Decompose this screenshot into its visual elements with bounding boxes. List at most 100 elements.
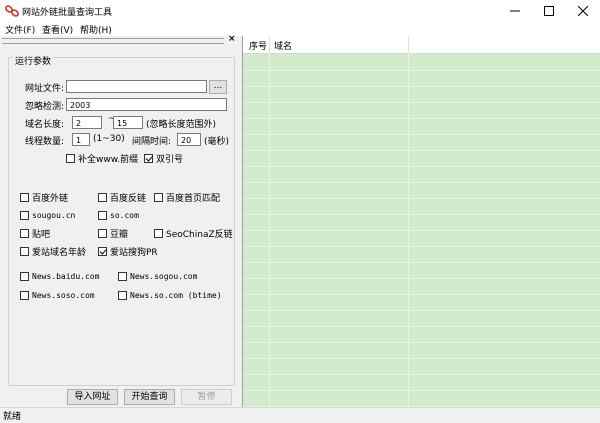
grid-row-line [243,70,600,71]
threads-input[interactable]: 1 [72,133,90,146]
checkbox-label: 爱站搜狗PR [110,247,158,258]
grid-row-line [243,198,600,199]
menu-help[interactable]: 帮助(H) [80,23,112,36]
grid-row-line [243,390,600,391]
check-news-sogou[interactable]: News.sogou.com [118,270,197,282]
grid-row-line [243,294,600,295]
checkbox-box [98,192,107,202]
grid-row-line [243,166,600,167]
grid-row-line [243,214,600,215]
maximize-icon [544,6,554,16]
grid-row-line [243,278,600,279]
interval-input[interactable]: 20 [177,133,201,146]
panel-grip[interactable] [2,38,224,44]
import-urls-button[interactable]: 导入网址 [67,389,118,405]
check-douban[interactable]: 豆瓣 [98,227,129,240]
results-grid[interactable]: 序号 域名 [242,36,600,407]
check-baidu-external[interactable]: 百度外链 [20,191,69,204]
checkbox-label: sougou.cn [32,210,76,220]
interval-label: 间隔时间: [132,137,172,147]
check-aizhan-pr[interactable]: 爱站搜狗PR [98,245,158,258]
check-news-soso[interactable]: News.soso.com [20,289,95,301]
checkbox-box [98,228,107,238]
checkbox-label: News.soso.com [32,290,95,300]
grid-row-line [243,134,600,135]
checkbox-box [20,271,29,281]
grid-row-line [243,246,600,247]
domain-length-max-input[interactable]: 15 [113,116,143,129]
checkbox-box [98,246,107,256]
grid-row-line [243,118,600,119]
checkbox-box [154,228,163,238]
check-baidu-homepage[interactable]: 百度首页匹配 [154,191,220,204]
checkbox-label: so.com [110,210,139,220]
menu-bar: 文件(F) 查看(V) 帮助(H) [0,22,600,36]
double-quote-checkbox[interactable]: 双引号 [144,152,183,165]
close-button[interactable] [566,0,600,22]
check-seochinaz[interactable]: SeoChinaZ反链 [154,227,233,240]
checkbox-label: News.sogou.com [130,271,198,281]
pause-button[interactable]: 暂停 [181,389,232,405]
grid-row-line [243,150,600,151]
checkbox-box [20,290,29,300]
ignore-input[interactable]: 2003 [66,98,227,111]
checkbox-box [20,192,29,202]
title-bar: 网站外链批量查询工具 [0,0,600,22]
check-news-baidu[interactable]: News.baidu.com [20,270,99,282]
www-prefix-checkbox[interactable]: 补全www.前缀 [66,152,139,165]
menu-view[interactable]: 查看(V) [42,23,73,36]
checkbox-box [20,246,29,256]
start-query-button[interactable]: 开始查询 [124,389,175,405]
check-news-so[interactable]: News.so.com (btime) [118,289,222,301]
check-sougou[interactable]: sougou.cn [20,209,75,221]
domain-length-label: 域名长度: [25,120,65,130]
column-separator[interactable] [269,36,270,53]
grid-row-line [243,358,600,359]
grid-row-line [243,262,600,263]
grid-row-line [243,102,600,103]
column-separator[interactable] [408,36,409,53]
check-tieba[interactable]: 贴吧 [20,227,50,240]
checkbox-label: News.baidu.com [32,271,100,281]
column-header-index[interactable]: 序号 [249,39,267,52]
checkbox-box [20,210,29,220]
checkbox-label: 百度外链 [32,193,69,204]
interval-unit: (毫秒) [204,137,230,147]
chain-link-icon [5,5,19,17]
panel-header: × [0,34,240,45]
checkbox-label: 补全www.前缀 [78,154,139,165]
checkbox-label: 豆瓣 [110,229,129,240]
url-file-label: 网址文件: [25,84,65,94]
parameter-panel: × 运行参数 网址文件: ... 忽略检测: 2003 域名长度: 2 ~ 15… [0,34,240,407]
check-so-com[interactable]: so.com [98,209,139,221]
app-window: 网站外链批量查询工具 文件(F) 查看(V) 帮助(H) × 运行参数 网址文件… [0,0,600,423]
grid-row-line [243,86,600,87]
checkbox-label: SeoChinaZ反链 [166,229,233,240]
threads-range: (1~30) [93,134,125,144]
check-baidu-backlink[interactable]: 百度反链 [98,191,147,204]
grid-row-line [243,326,600,327]
grid-header: 序号 域名 [243,36,600,54]
url-file-input[interactable] [66,80,207,93]
window-title: 网站外链批量查询工具 [22,8,113,18]
check-aizhan-age[interactable]: 爱站域名年龄 [20,245,86,258]
checkbox-label: News.so.com (btime) [130,290,222,300]
checkbox-box [154,192,163,202]
grid-row-line [243,342,600,343]
column-header-domain[interactable]: 域名 [274,39,292,52]
browse-button[interactable]: ... [209,80,227,94]
grid-row-line [243,182,600,183]
maximize-button[interactable] [532,0,566,22]
grid-row-line [243,230,600,231]
checkbox-box [118,271,127,281]
checkbox-box [20,228,29,238]
minimize-button[interactable] [498,0,532,22]
status-text: 就绪 [3,412,22,422]
panel-close-icon[interactable]: × [228,34,236,44]
status-bar: 就绪 [0,407,600,423]
domain-length-min-input[interactable]: 2 [72,116,102,129]
menu-file[interactable]: 文件(F) [5,23,35,36]
close-icon [578,6,588,16]
checkbox-box [66,153,75,163]
checkbox-label: 百度反链 [110,193,147,204]
